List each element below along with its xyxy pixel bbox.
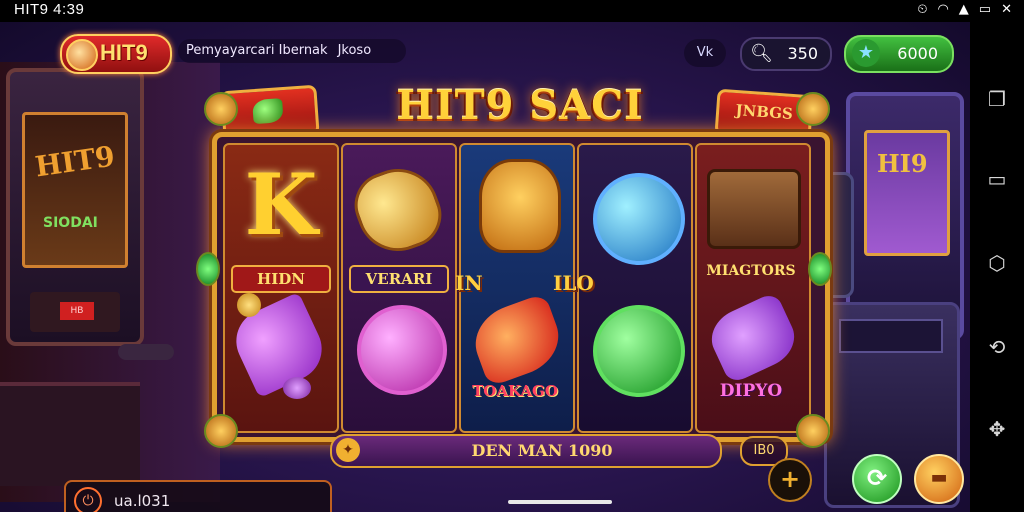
background-desk (0, 382, 140, 486)
symbol-k: K (244, 155, 318, 254)
cabinet-right-title: HI9 (877, 149, 928, 178)
reel-2-label: VERARI (349, 265, 449, 293)
game-title: HIT9 SACI (396, 82, 644, 129)
golden-bottle-icon (345, 157, 451, 263)
ornament-bottom-left-icon (204, 414, 238, 448)
signal-icon: ▲ (958, 2, 969, 17)
puzzle-icon[interactable]: ✥ (984, 416, 1010, 442)
reel-5: MIAGTORS DIPYO (695, 143, 811, 433)
top-bar: HIT9 Pemyayarcari Ibernak Jkoso Vk 🔍︎ 350… (56, 32, 956, 80)
alarm-icon: ⏲ (917, 2, 928, 17)
win-line-bar: ✦ DEN MAN 1090 (330, 434, 722, 468)
status-icons: ⏲ ◠ ▲ ▭ ✕ (917, 2, 1012, 17)
reel-1: K HIDN (223, 143, 339, 433)
auto-play-button[interactable]: ▬ (914, 454, 964, 504)
treasure-chest-icon (707, 169, 801, 249)
window-icon[interactable]: ▭ (984, 166, 1010, 192)
star-icon: ★ (852, 39, 880, 67)
small-gem-icon (283, 377, 311, 399)
rotate-icon[interactable]: ⟲ (984, 334, 1010, 360)
vip-button[interactable]: Vk (684, 39, 726, 67)
dragon-mascot-icon (479, 159, 561, 253)
ornament-bottom-right-icon (796, 414, 830, 448)
close-icon[interactable]: ✕ (1001, 2, 1012, 17)
coin-balance-button[interactable]: ★ 6000 (844, 35, 954, 73)
search-field[interactable]: 🔍︎ 350 (740, 37, 832, 71)
search-value: 350 (787, 44, 818, 63)
reel-2: VERARI (341, 143, 457, 433)
shield-icon[interactable]: ⬡ (984, 250, 1010, 276)
mid-label-left: IN (455, 271, 483, 295)
game-screen: HIT9 SIODAI HB HI9 HIT9 Pemyayarcari Ibe… (0, 22, 970, 512)
pink-coin-icon (357, 305, 447, 395)
trophy-icon: ✦ (336, 438, 360, 462)
marquee-extra: Jkoso (337, 43, 372, 58)
announcement-marquee[interactable]: Pemyayarcari Ibernak Jkoso (178, 39, 406, 63)
home-indicator[interactable] (508, 500, 612, 504)
background-stool (118, 344, 174, 360)
add-bet-button[interactable]: + (768, 458, 812, 502)
cabinet-left-subtitle: SIODAI (43, 215, 98, 231)
power-icon: ⏻ (74, 487, 102, 512)
logo-text: HIT9 (100, 40, 148, 65)
green-coin-icon (593, 305, 685, 397)
system-navigation: ❐ ▭ ⬡ ⟲ ✥ (970, 22, 1024, 512)
logo-orb-icon (66, 39, 98, 71)
side-gem-right-icon (808, 252, 832, 286)
coin-icon (237, 293, 261, 317)
status-bar: HIT9 4:39 ⏲ ◠ ▲ ▭ ✕ (0, 0, 1024, 22)
win-line-text: DEN MAN 1090 (471, 441, 613, 460)
recent-apps-icon[interactable]: ❐ (984, 86, 1010, 112)
ornament-top-left-icon (204, 92, 238, 126)
status-time: HIT9 4:39 (14, 1, 85, 18)
cabinet-left-panel: HB (30, 292, 120, 332)
blue-coin-icon (593, 173, 685, 265)
console-keyboard (839, 319, 943, 353)
mid-label-right: ILO (553, 271, 594, 295)
balance-bar[interactable]: ⏻ ua.l031 (64, 480, 332, 512)
cabinet-left-screen: HIT9 SIODAI (22, 112, 128, 268)
reel-4 (577, 143, 693, 433)
reel-3-label: TOAKAGO (472, 382, 558, 400)
slot-board: K HIDN VERARI TOAKAGO MIAGTORS DIPYO IN … (212, 132, 830, 442)
red-gem-icon (465, 292, 569, 388)
game-logo[interactable]: HIT9 (60, 34, 172, 74)
cabinet-left-lcd: HB (60, 302, 94, 320)
reel-5-bottom-label: DIPYO (719, 381, 783, 401)
coin-balance-value: 6000 (897, 44, 938, 63)
search-icon: 🔍︎ (750, 43, 773, 64)
side-gem-left-icon (196, 252, 220, 286)
background-cabinet-left: HIT9 SIODAI HB (6, 68, 144, 346)
reel-1-label: HIDN (231, 265, 331, 293)
cabinet-right-screen: HI9 (864, 130, 950, 256)
battery-icon: ▭ (978, 2, 992, 17)
purple-bottle-icon (702, 291, 804, 385)
spin-refresh-button[interactable]: ⟳ (852, 454, 902, 504)
gem-icon (252, 98, 284, 125)
wifi-icon: ◠ (937, 2, 949, 17)
reel-5-label: MIAGTORS (706, 263, 796, 279)
ornament-top-right-icon (796, 92, 830, 126)
cabinet-left-title: HIT9 (33, 139, 117, 184)
balance-text: ua.l031 (114, 492, 171, 510)
marquee-text: Pemyayarcari Ibernak (186, 43, 328, 58)
